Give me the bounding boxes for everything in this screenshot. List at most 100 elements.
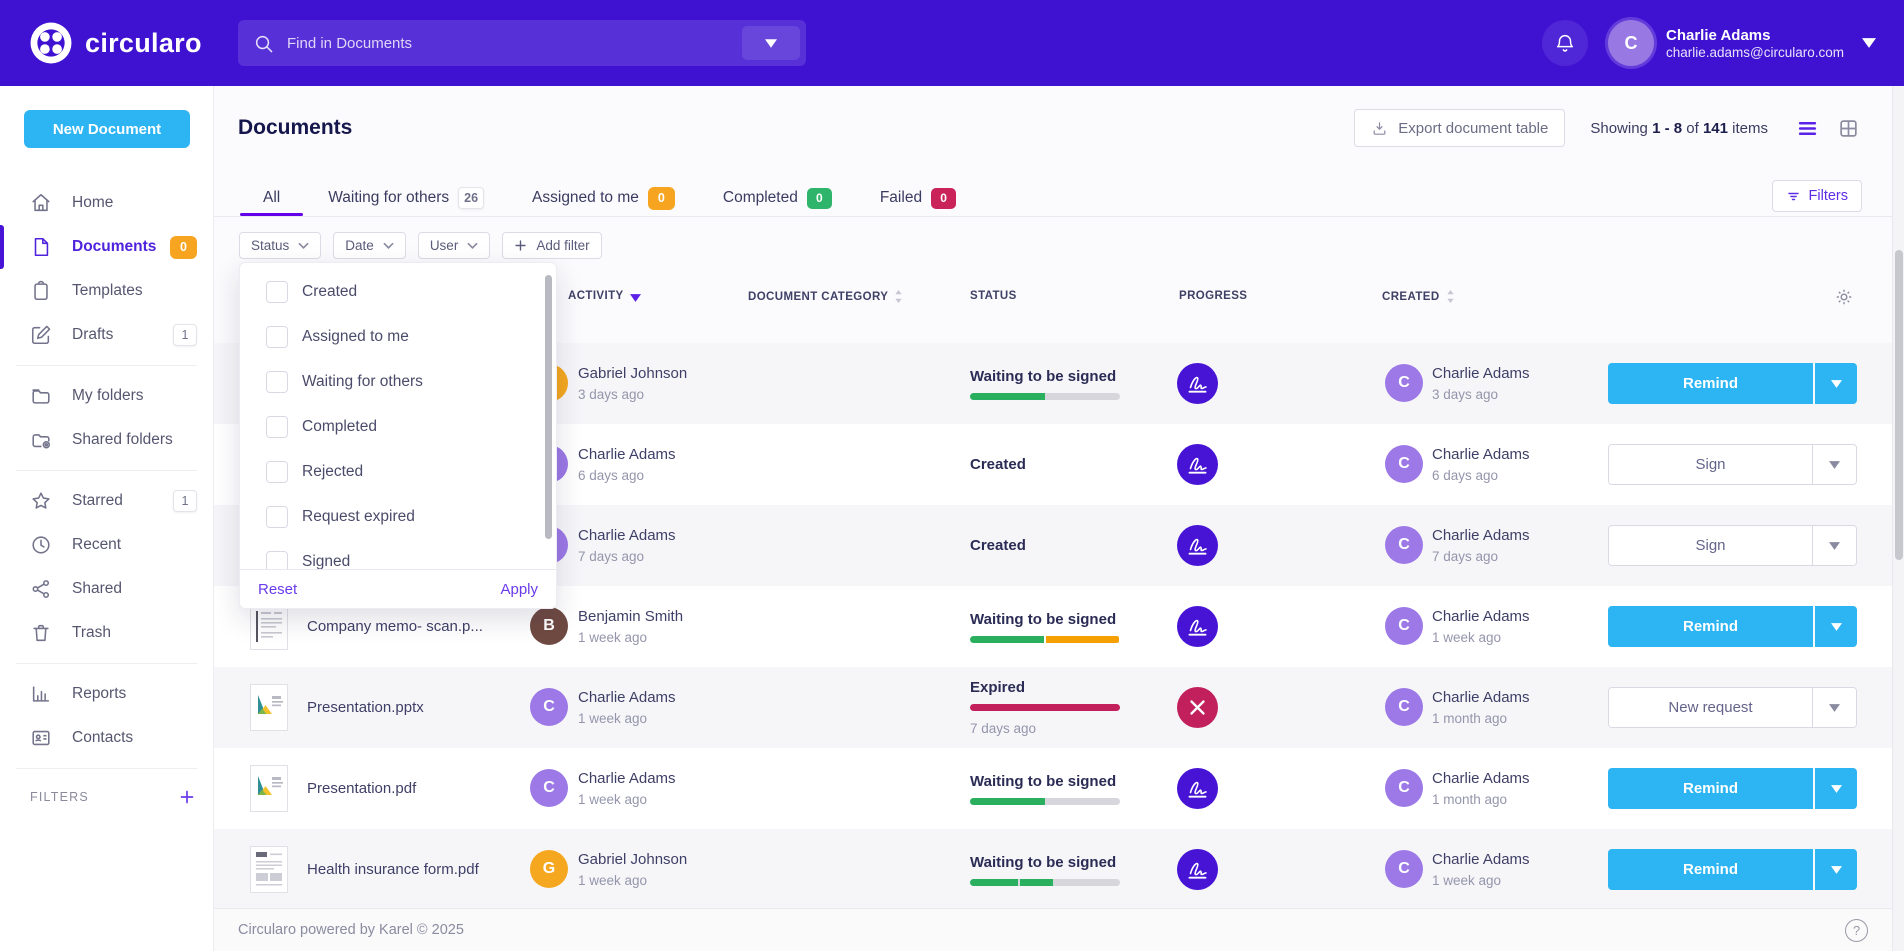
status-option-completed[interactable]: Completed	[240, 404, 556, 449]
table-row[interactable]: Presentation.pdfCCharlie Adams1 week ago…	[214, 748, 1892, 829]
column-header-document-category[interactable]: DOCUMENT CATEGORY	[748, 290, 903, 303]
checkbox[interactable]	[266, 461, 288, 483]
column-header-progress[interactable]: PROGRESS	[1179, 290, 1247, 302]
status-option-signed[interactable]: Signed	[240, 539, 556, 569]
search-scope-dropdown[interactable]	[742, 26, 800, 60]
checkbox[interactable]	[266, 416, 288, 438]
action-dropdown-toggle[interactable]	[1812, 688, 1856, 727]
new-document-button[interactable]: New Document	[24, 110, 190, 148]
caret-down-icon	[1831, 623, 1842, 631]
checkbox[interactable]	[266, 506, 288, 528]
activity-time: 7 days ago	[578, 549, 676, 564]
created-avatar: C	[1385, 364, 1423, 402]
export-document-table-button[interactable]: Export document table	[1354, 109, 1565, 147]
grid-view-button[interactable]	[1834, 114, 1862, 142]
document-name[interactable]: Health insurance form.pdf	[307, 829, 479, 910]
tab-waiting-for-others[interactable]: Waiting for others26	[328, 180, 484, 216]
sidebar-item-shared[interactable]: Shared	[0, 567, 213, 611]
document-name[interactable]: Presentation.pptx	[307, 667, 424, 748]
sign-button[interactable]: Sign	[1609, 445, 1812, 484]
status-option-assigned-to-me[interactable]: Assigned to me	[240, 314, 556, 359]
sidebar-item-contacts[interactable]: Contacts	[0, 716, 213, 760]
sidebar-item-starred[interactable]: Starred1	[0, 479, 213, 523]
add-filter-chip[interactable]: Add filter	[502, 232, 601, 259]
filter-chip-date[interactable]: Date	[333, 232, 406, 259]
column-header-activity[interactable]: ACTIVITY	[568, 290, 641, 302]
remind-button[interactable]: Remind	[1608, 606, 1813, 647]
status-option-rejected[interactable]: Rejected	[240, 449, 556, 494]
topbar-right: C Charlie Adams charlie.adams@circularo.…	[1542, 0, 1876, 86]
filters-button[interactable]: Filters	[1772, 180, 1862, 212]
tab-failed[interactable]: Failed0	[880, 180, 956, 216]
tabs: All Waiting for others26 Assigned to me0 Co…	[263, 180, 956, 216]
dropdown-scrollbar[interactable]	[545, 275, 552, 539]
status-option-waiting-for-others[interactable]: Waiting for others	[240, 359, 556, 404]
global-search[interactable]	[238, 20, 806, 66]
checkbox[interactable]	[266, 371, 288, 393]
page-scrollbar[interactable]	[1892, 86, 1904, 951]
checkbox[interactable]	[266, 326, 288, 348]
column-label: CREATED	[1382, 291, 1440, 303]
tab-assigned-to-me[interactable]: Assigned to me0	[532, 180, 675, 216]
action-dropdown-toggle[interactable]	[1813, 606, 1857, 647]
sidebar-item-my-folders[interactable]: My folders	[0, 374, 213, 418]
row-action-group: Remind	[1608, 363, 1857, 404]
action-dropdown-toggle[interactable]	[1812, 445, 1856, 484]
remind-button[interactable]: Remind	[1608, 849, 1813, 890]
action-dropdown-toggle[interactable]	[1813, 363, 1857, 404]
action-dropdown-toggle[interactable]	[1813, 849, 1857, 890]
action-dropdown-toggle[interactable]	[1812, 526, 1856, 565]
created-user: Charlie Adams	[1432, 527, 1530, 544]
filters-button-label: Filters	[1809, 188, 1848, 204]
sidebar-item-recent[interactable]: Recent	[0, 523, 213, 567]
sidebar-item-label: Shared	[72, 580, 122, 598]
tab-completed[interactable]: Completed0	[723, 180, 832, 216]
activity-user: Gabriel Johnson	[578, 851, 687, 868]
filter-chip-user[interactable]: User	[418, 232, 491, 259]
search-input[interactable]	[287, 35, 790, 52]
list-view-button[interactable]	[1793, 114, 1821, 142]
x-circle-icon	[1177, 687, 1218, 728]
user-menu[interactable]: C Charlie Adams charlie.adams@circularo.…	[1608, 20, 1876, 66]
help-icon[interactable]: ?	[1845, 919, 1868, 942]
scrollbar-thumb[interactable]	[1895, 250, 1903, 560]
column-header-status[interactable]: STATUS	[970, 290, 1017, 302]
export-label: Export document table	[1398, 120, 1548, 137]
created-avatar: C	[1385, 445, 1423, 483]
sidebar-item-label: Templates	[72, 282, 143, 300]
checkbox[interactable]	[266, 281, 288, 303]
notifications-button[interactable]	[1542, 20, 1588, 66]
chip-label: Date	[345, 238, 374, 253]
sidebar-item-templates[interactable]: Templates	[0, 269, 213, 313]
sign-button[interactable]: Sign	[1609, 526, 1812, 565]
table-row[interactable]: Health insurance form.pdfGGabriel Johnso…	[214, 829, 1892, 910]
reset-button[interactable]: Reset	[258, 581, 297, 598]
action-dropdown-toggle[interactable]	[1813, 768, 1857, 809]
sidebar-item-drafts[interactable]: Drafts1	[0, 313, 213, 357]
column-header-created[interactable]: CREATED	[1382, 290, 1455, 303]
created-time: 6 days ago	[1432, 468, 1530, 483]
sidebar-item-home[interactable]: Home	[0, 181, 213, 225]
remind-button[interactable]: Remind	[1608, 363, 1813, 404]
sidebar-item-shared-folders[interactable]: Shared folders	[0, 418, 213, 462]
sort-icon	[1446, 290, 1455, 303]
brand[interactable]: circularo	[30, 0, 202, 86]
checkbox[interactable]	[266, 551, 288, 570]
user-email: charlie.adams@circularo.com	[1666, 45, 1844, 60]
sidebar-item-reports[interactable]: Reports	[0, 672, 213, 716]
document-name[interactable]: Presentation.pdf	[307, 748, 416, 829]
created-time: 1 month ago	[1432, 792, 1530, 807]
new-request-button[interactable]: New request	[1609, 688, 1812, 727]
remind-button[interactable]: Remind	[1608, 768, 1813, 809]
tab-all[interactable]: All	[263, 180, 280, 216]
table-settings-button[interactable]	[1834, 287, 1854, 307]
filter-chip-status[interactable]: Status	[239, 232, 321, 259]
status-cell: Expired7 days ago	[970, 667, 1145, 748]
table-row[interactable]: Presentation.pptxCCharlie Adams1 week ag…	[214, 667, 1892, 748]
status-option-request-expired[interactable]: Request expired	[240, 494, 556, 539]
status-option-created[interactable]: Created	[240, 269, 556, 314]
sidebar-item-documents[interactable]: Documents0	[0, 225, 213, 269]
add-filter-section-button[interactable]	[179, 789, 195, 805]
sidebar-item-trash[interactable]: Trash	[0, 611, 213, 655]
apply-button[interactable]: Apply	[500, 581, 538, 598]
